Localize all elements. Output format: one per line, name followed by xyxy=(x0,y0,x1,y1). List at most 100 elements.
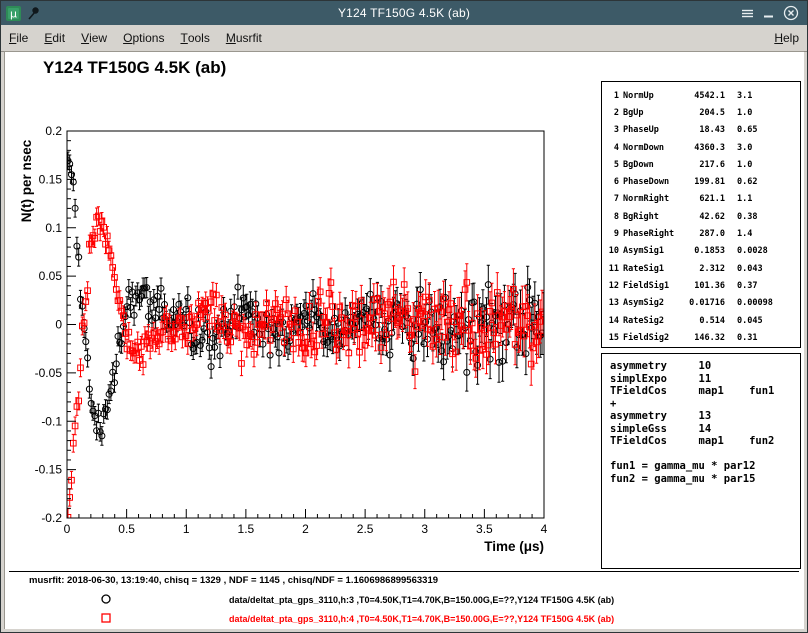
parameter-error: 0.62 xyxy=(729,177,800,187)
parameter-name: AsymSig1 xyxy=(623,246,681,256)
menu-left-group: FileEditViewOptionsToolsMusrfit xyxy=(1,25,270,51)
svg-text:3.5: 3.5 xyxy=(476,522,493,536)
parameter-error: 0.043 xyxy=(729,264,800,274)
parameter-value: 0.1853 xyxy=(685,246,725,256)
menu-item-file[interactable]: File xyxy=(1,25,36,51)
parameter-error: 1.4 xyxy=(729,229,800,239)
parameter-name: PhaseRight xyxy=(623,229,681,239)
menu-right-group: Help xyxy=(766,25,807,51)
theory-line: fun2 = gamma_mu * par15 xyxy=(610,473,800,486)
parameter-name: AsymSig2 xyxy=(623,298,681,308)
svg-text:-0.05: -0.05 xyxy=(35,366,63,380)
parameter-name: BgDown xyxy=(623,160,681,170)
parameter-row: 5BgDown217.61.0 xyxy=(602,156,800,173)
parameter-error: 0.045 xyxy=(729,316,800,326)
parameter-no: 6 xyxy=(606,177,619,187)
parameter-no: 12 xyxy=(606,281,619,291)
parameter-value: 204.5 xyxy=(685,108,725,118)
parameter-error: 0.38 xyxy=(729,212,800,222)
parameter-value: 2.312 xyxy=(685,264,725,274)
pin-icon[interactable] xyxy=(26,6,40,21)
theory-line xyxy=(610,448,800,461)
menu-item-options[interactable]: Options xyxy=(115,25,172,51)
parameter-row: 8 BgRight 42.62 0.38 xyxy=(602,208,800,225)
svg-text:0: 0 xyxy=(55,318,62,332)
canvas-area: 00.511.522.533.54-0.2-0.15-0.1-0.0500.05… xyxy=(4,51,804,629)
menu-spacer xyxy=(270,25,766,51)
parameter-error: 1.1 xyxy=(729,194,800,204)
theory-line: asymmetry 13 xyxy=(610,410,800,423)
svg-text:0.2: 0.2 xyxy=(45,124,62,138)
parameter-row: 12FieldSig1101.360.37 xyxy=(602,277,800,294)
fit-status-line: musrfit: 2018-06-30, 13:19:40, chisq = 1… xyxy=(29,575,438,586)
svg-text:1.5: 1.5 xyxy=(238,522,255,536)
svg-text:0.15: 0.15 xyxy=(39,172,63,186)
plot-canvas[interactable]: 00.511.522.533.54-0.2-0.15-0.1-0.0500.05… xyxy=(4,51,588,611)
close-button[interactable] xyxy=(783,5,799,21)
parameter-no: 5 xyxy=(606,160,619,170)
footer-separator xyxy=(9,571,799,572)
parameter-value: 199.81 xyxy=(685,177,725,187)
parameter-name: RateSig1 xyxy=(623,264,681,274)
parameter-error: 1.0 xyxy=(729,108,800,118)
parameter-no: 9 xyxy=(606,229,619,239)
svg-text:0: 0 xyxy=(64,522,71,536)
parameter-value: 4360.3 xyxy=(685,143,725,153)
window-title: Y124 TF150G 4.5K (ab) xyxy=(1,6,807,20)
parameter-row: 6PhaseDown199.810.62 xyxy=(602,173,800,190)
parameter-error: 0.0028 xyxy=(729,246,800,256)
menu-item-help[interactable]: Help xyxy=(766,25,807,51)
svg-text:-0.1: -0.1 xyxy=(41,414,62,428)
svg-text:μ: μ xyxy=(10,7,17,20)
parameter-row: 10 AsymSig1 0.1853 0.0028 xyxy=(602,243,800,260)
parameter-name: BgRight xyxy=(623,212,681,222)
parameter-no: 14 xyxy=(606,316,619,326)
theory-line: TFieldCos map1 fun1 xyxy=(610,385,800,398)
menu-item-edit[interactable]: Edit xyxy=(36,25,73,51)
x-axis-title: Time (μs) xyxy=(484,539,544,554)
parameter-error: 0.31 xyxy=(729,333,800,343)
parameter-no: 2 xyxy=(606,108,619,118)
menu-item-tools[interactable]: Tools xyxy=(172,25,217,51)
legend-label: data/deltat_pta_gps_3110,h:4 ,T0=4.50K,T… xyxy=(229,614,614,624)
app-icon[interactable]: μ xyxy=(6,6,21,21)
parameter-value: 621.1 xyxy=(685,194,725,204)
menu-item-musrfit[interactable]: Musrfit xyxy=(218,25,270,51)
titlebar: μ Y124 TF150G 4.5K (ab) xyxy=(1,1,807,25)
parameter-no: 4 xyxy=(606,143,619,153)
parameter-row: 9 PhaseRight 287.0 1.4 xyxy=(602,225,800,242)
parameter-name: PhaseUp xyxy=(623,125,681,135)
app-window: μ Y124 TF150G 4.5K (ab) FileEditViewOpti… xyxy=(0,0,808,633)
parameter-value: 217.6 xyxy=(685,160,725,170)
legend-label: data/deltat_pta_gps_3110,h:3 ,T0=4.50K,T… xyxy=(229,595,614,605)
parameter-no: 11 xyxy=(606,264,619,274)
theory-line: simplExpo 11 xyxy=(610,373,800,386)
parameter-error: 0.00098 xyxy=(729,298,800,308)
parameter-value: 287.0 xyxy=(685,229,725,239)
data-series-1 xyxy=(65,152,547,445)
window-menu-icon[interactable] xyxy=(741,7,754,20)
menubar: FileEditViewOptionsToolsMusrfit Help xyxy=(1,25,807,52)
menu-item-view[interactable]: View xyxy=(73,25,115,51)
parameter-no: 8 xyxy=(606,212,619,222)
parameter-row: 1NormUp4542.13.1 xyxy=(602,87,800,104)
parameter-row: 14RateSig20.5140.045 xyxy=(602,312,800,329)
svg-text:3: 3 xyxy=(421,522,428,536)
parameter-name: NormDown xyxy=(623,143,681,153)
data-series-2 xyxy=(65,207,546,526)
legend-circle-marker xyxy=(99,592,113,611)
parameter-value: 42.62 xyxy=(685,212,725,222)
svg-text:-0.2: -0.2 xyxy=(41,511,62,525)
theory-line: + xyxy=(610,398,800,411)
parameter-row: 2BgUp204.51.0 xyxy=(602,104,800,121)
parameter-row: 15FieldSig2146.320.31 xyxy=(602,329,800,346)
legend-row: data/deltat_pta_gps_3110,h:4 ,T0=4.50K,T… xyxy=(4,610,804,629)
parameter-error: 3.1 xyxy=(729,91,800,101)
parameter-no: 10 xyxy=(606,246,619,256)
parameter-name: NormRight xyxy=(623,194,681,204)
minimize-button[interactable] xyxy=(762,7,775,20)
legend-square-marker xyxy=(99,611,113,630)
parameter-row: 11 RateSig1 2.312 0.043 xyxy=(602,260,800,277)
svg-text:2: 2 xyxy=(302,522,309,536)
svg-text:0.1: 0.1 xyxy=(45,221,62,235)
